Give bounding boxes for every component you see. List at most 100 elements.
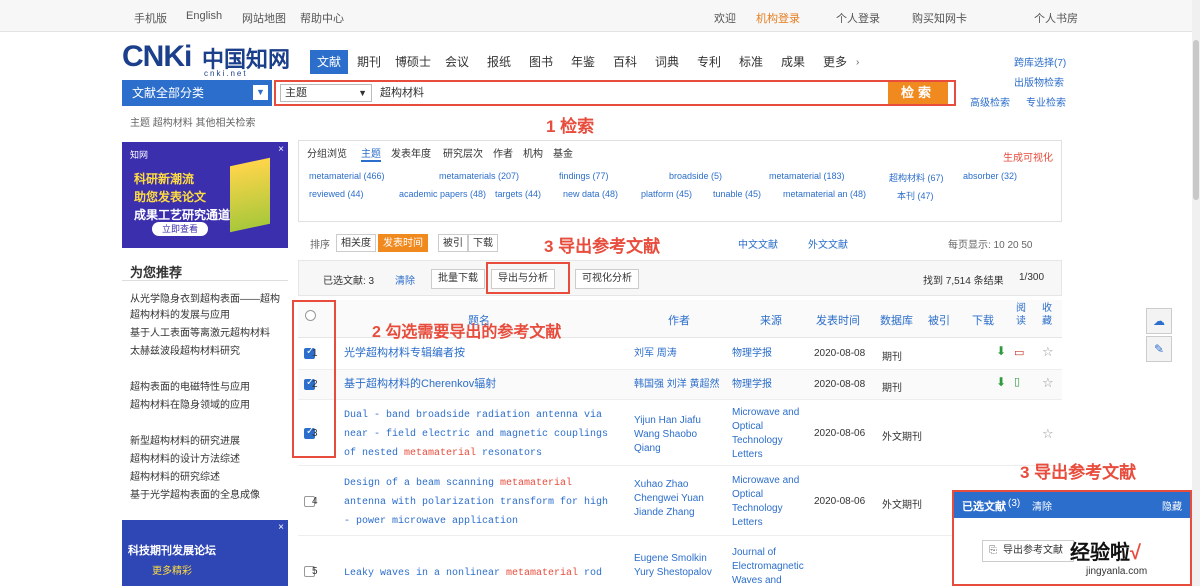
keyword-chip[interactable]: broadside (5) xyxy=(669,171,722,181)
keyword-chip[interactable]: metamaterial an (48) xyxy=(783,189,866,199)
sort-cited[interactable]: 被引 xyxy=(438,234,468,252)
recommend-item[interactable]: 基于光学超构表面的全息成像 xyxy=(130,486,286,501)
search-scope-select[interactable]: 主题 ▼ xyxy=(280,84,372,102)
favorite-icon[interactable]: ☆ xyxy=(1042,375,1054,391)
download-icon[interactable]: ⬇ xyxy=(996,344,1006,358)
scrollbar-thumb[interactable] xyxy=(1193,40,1199,200)
visualize-link[interactable]: 生成可视化 xyxy=(1003,149,1053,164)
search-input[interactable]: 超构材料 xyxy=(376,84,884,102)
header-database[interactable]: 数据库 xyxy=(880,312,913,328)
filter-tab-browse[interactable]: 分组浏览 xyxy=(307,145,347,160)
recommend-item[interactable]: 基于人工表面等离激元超构材料 xyxy=(130,324,286,339)
download-icon[interactable]: ⬇ xyxy=(996,375,1006,389)
table-row[interactable]: 5 Leaky waves in a nonlinear metamateria… xyxy=(298,536,1062,586)
tab-literature[interactable]: 文献 xyxy=(310,50,348,74)
header-cited[interactable]: 被引 xyxy=(928,312,950,328)
topbar-mobile-link[interactable]: 手机版 xyxy=(134,10,167,26)
tab-patents[interactable]: 专利 xyxy=(690,50,728,74)
topbar-my-library[interactable]: 个人书房 xyxy=(1034,10,1078,26)
category-selector[interactable]: 文献全部分类 ▼ xyxy=(122,80,272,106)
keyword-chip[interactable]: findings (77) xyxy=(559,171,609,181)
page-size-selector[interactable]: 每页显示: 10 20 50 xyxy=(948,236,1032,251)
advanced-search-link[interactable]: 高级检索 xyxy=(970,94,1010,109)
search-button[interactable]: 检索 xyxy=(888,82,948,104)
topbar-english-link[interactable]: English xyxy=(186,10,222,22)
row-authors[interactable]: Yijun Han Jiafu Wang Shaobo Qiang xyxy=(634,414,726,456)
tab-conferences[interactable]: 会议 xyxy=(438,50,476,74)
panel-hide-link[interactable]: 隐藏 xyxy=(1162,498,1182,513)
keyword-chip[interactable]: targets (44) xyxy=(495,189,541,199)
row-authors[interactable]: Xuhao Zhao Chengwei Yuan Jiande Zhang xyxy=(634,478,726,520)
keyword-chip[interactable]: 超构材料 (67) xyxy=(889,171,944,184)
foreign-docs-toggle[interactable]: 外文文献 xyxy=(808,236,848,251)
keyword-chip[interactable]: tunable (45) xyxy=(713,189,761,199)
keyword-chip[interactable]: metamaterials (207) xyxy=(439,171,519,181)
row-source[interactable]: Journal of Electromagnetic Waves and xyxy=(732,546,806,586)
clear-selection-link[interactable]: 清除 xyxy=(395,272,415,287)
page-scrollbar[interactable] xyxy=(1192,0,1200,586)
recommend-item[interactable]: 超构表面的电磁特性与应用 xyxy=(130,378,286,393)
row-authors[interactable]: 刘军 周涛 xyxy=(634,347,726,361)
close-icon[interactable]: × xyxy=(278,522,284,533)
cross-db-link[interactable]: 跨库选择(7) xyxy=(1014,54,1066,69)
row-authors[interactable]: Eugene Smolkin Yury Shestopalov xyxy=(634,552,726,580)
recommend-item[interactable]: 超构材料在隐身领域的应用 xyxy=(130,396,286,411)
tab-achievements[interactable]: 成果 xyxy=(774,50,812,74)
promo-banner[interactable]: 知网 × 科研新潮流 助您发表论文 成果工艺研究通道 立即查看 xyxy=(122,142,288,248)
recommend-item[interactable]: 新型超构材料的研究进展 xyxy=(130,432,286,447)
tab-yearbooks[interactable]: 年鉴 xyxy=(564,50,602,74)
tab-standards[interactable]: 标准 xyxy=(732,50,770,74)
sort-downloads[interactable]: 下载 xyxy=(468,234,498,252)
tab-theses[interactable]: 博硕士 xyxy=(392,50,434,74)
tab-more[interactable]: 更多 xyxy=(816,50,854,74)
recommend-item[interactable]: 超构材料的设计方法综述 xyxy=(130,450,286,465)
favorite-icon[interactable]: ☆ xyxy=(1042,344,1054,360)
sort-date[interactable]: 发表时间 xyxy=(378,234,428,252)
row-title[interactable]: 基于超构材料的Cherenkov辐射 xyxy=(344,375,618,394)
tab-books[interactable]: 图书 xyxy=(522,50,560,74)
row-title[interactable]: Leaky waves in a nonlinear metamaterial … xyxy=(344,564,618,583)
table-row[interactable]: 2 基于超构材料的Cherenkov辐射 韩国强 刘洋 黄超然 物理学报 202… xyxy=(298,370,1062,400)
keyword-chip[interactable]: metamaterial (466) xyxy=(309,171,385,181)
sort-relevance[interactable]: 相关度 xyxy=(336,234,376,252)
export-references-button[interactable]: 导出参考文献 xyxy=(982,540,1074,562)
topbar-buy-card[interactable]: 购买知网卡 xyxy=(912,10,967,26)
filter-tab-level[interactable]: 研究层次 xyxy=(443,145,483,160)
tab-dictionary[interactable]: 词典 xyxy=(648,50,686,74)
table-row[interactable]: 1 光学超构材料专辑编者按 刘军 周涛 物理学报 2020-08-08 期刊 ⬇… xyxy=(298,338,1062,370)
row-title[interactable]: Dual - band broadside radiation antenna … xyxy=(344,406,618,463)
filter-tab-author[interactable]: 作者 xyxy=(493,145,513,160)
keyword-chip[interactable]: platform (45) xyxy=(641,189,692,199)
topbar-org-login[interactable]: 机构登录 xyxy=(756,10,800,26)
header-favorite[interactable]: 收藏 xyxy=(1042,302,1054,328)
row-title[interactable]: 光学超构材料专辑编者按 xyxy=(344,344,618,363)
favorite-icon[interactable]: ☆ xyxy=(1042,426,1054,442)
recommend-item[interactable]: 超构材料的研究综述 xyxy=(130,468,286,483)
filter-tab-subject[interactable]: 主题 xyxy=(361,145,381,162)
publication-search-link[interactable]: 出版物检索 xyxy=(1014,74,1064,89)
row-source[interactable]: Microwave and Optical Technology Letters xyxy=(732,474,806,530)
row-title[interactable]: Design of a beam scanning metamaterial a… xyxy=(344,474,618,531)
close-icon[interactable]: × xyxy=(278,144,284,155)
table-row[interactable]: 4 Design of a beam scanning metamaterial… xyxy=(298,466,1062,536)
more-chevron-icon[interactable]: › xyxy=(856,57,859,68)
html-read-icon[interactable]: ▭ xyxy=(1014,346,1024,359)
panel-clear-link[interactable]: 清除 xyxy=(1032,498,1052,513)
header-source[interactable]: 来源 xyxy=(760,312,782,328)
keyword-chip[interactable]: academic papers (48) xyxy=(399,189,486,199)
topbar-sitemap-link[interactable]: 网站地图 xyxy=(242,10,286,26)
pen-icon[interactable]: ✎ xyxy=(1146,336,1172,362)
promo-banner-2[interactable]: × 科技期刊发展论坛 更多精彩 xyxy=(122,520,288,586)
topbar-help-link[interactable]: 帮助中心 xyxy=(300,10,344,26)
row-source[interactable]: Microwave and Optical Technology Letters xyxy=(732,406,806,462)
header-authors[interactable]: 作者 xyxy=(668,312,690,328)
recommend-item[interactable]: 从光学隐身衣到超构表面——超构 xyxy=(130,290,286,305)
keyword-chip[interactable]: metamaterial (183) xyxy=(769,171,845,181)
tab-encyclopedia[interactable]: 百科 xyxy=(606,50,644,74)
table-row[interactable]: 3 Dual - band broadside radiation antenn… xyxy=(298,400,1062,466)
header-download[interactable]: 下载 xyxy=(972,312,994,328)
filter-tab-fund[interactable]: 基金 xyxy=(553,145,573,160)
header-read[interactable]: 阅读 xyxy=(1016,302,1028,328)
tab-newspapers[interactable]: 报纸 xyxy=(480,50,518,74)
keyword-chip[interactable]: 本刊 (47) xyxy=(897,189,934,202)
